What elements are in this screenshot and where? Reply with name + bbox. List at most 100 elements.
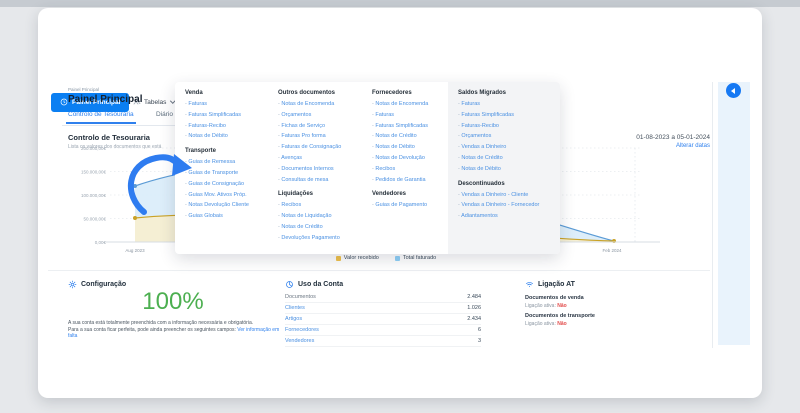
menu-column-outros: Outros documentos Notas de Encomenda Orç…	[278, 90, 370, 244]
usage-row-label[interactable]: Fornecedores	[285, 327, 319, 333]
menu-item[interactable]: Orçamentos	[278, 110, 370, 121]
menu-item[interactable]: Faturas Simplificadas	[185, 110, 275, 121]
menu-item[interactable]: Notas de Crédito	[372, 131, 446, 142]
chart-legend: Valor recebido Total faturado	[62, 255, 710, 261]
config-text: A sua conta está totalmente preenchida c…	[68, 320, 286, 340]
menu-item[interactable]: Avenças	[278, 153, 370, 164]
pie-chart-icon	[286, 281, 293, 288]
config-section-title: Configuração	[81, 281, 127, 288]
tab-diario[interactable]: Diário de f	[156, 111, 176, 118]
usage-row-value: 2.484	[467, 294, 481, 300]
menu-item[interactable]: Orçamentos	[458, 131, 554, 142]
menu-heading: Outros documentos	[278, 90, 336, 96]
config-text-1: A sua conta está totalmente preenchida c…	[68, 320, 254, 326]
at-status-block: Documentos de venda Ligação ativa: Não D…	[525, 292, 695, 331]
usage-section-title: Uso da Conta	[298, 281, 344, 288]
at-status-label: Ligação ativa:	[525, 303, 556, 309]
menu-item[interactable]: Guias de Transporte	[185, 168, 275, 179]
at-status-value: Não	[557, 303, 567, 309]
menu-item[interactable]: Faturas Pro forma	[278, 131, 370, 142]
menu-item[interactable]: Notas de Encomenda	[278, 99, 370, 110]
menu-item[interactable]: Notas de Débito	[458, 164, 554, 175]
menu-item[interactable]: Guias de Remessa	[185, 157, 275, 168]
at-doc-type: Documentos de venda	[525, 295, 584, 301]
section-title: Controlo de Tesouraria	[68, 133, 150, 142]
menu-item[interactable]: Devoluções Pagamento	[278, 233, 370, 244]
menu-heading: Descontinuados	[458, 180, 505, 187]
menu-item[interactable]: Notas de Débito	[372, 142, 446, 153]
content-right-divider	[712, 82, 713, 348]
config-text-2: Para a sua conta ficar perfeita, pode ai…	[68, 326, 236, 333]
usage-row-value: 3	[477, 338, 481, 344]
menu-item[interactable]: Documentos Internos	[278, 164, 370, 175]
usage-row-label: Documentos	[285, 294, 316, 300]
menu-item[interactable]: Notas de Devolução	[372, 153, 446, 164]
main-nav: Painel Principal Tabelas Documentos Cons…	[38, 48, 762, 117]
breadcrumb[interactable]: Painel Principal	[68, 87, 99, 92]
menu-item[interactable]: Faturas Simplificadas	[458, 110, 554, 121]
menu-item[interactable]: Notas de Liquidação	[278, 211, 370, 222]
legend-item[interactable]: Total faturado	[394, 255, 436, 261]
menu-item[interactable]: Notas de Débito	[185, 131, 275, 142]
menu-item[interactable]: Faturas	[185, 99, 275, 110]
expand-panel-button[interactable]	[726, 83, 741, 98]
legend-item[interactable]: Valor recebido	[335, 255, 379, 261]
menu-item[interactable]: Faturas	[458, 99, 554, 110]
menu-column-venda: Venda Faturas Faturas Simplificadas Fatu…	[185, 90, 275, 222]
menu-item[interactable]: Notas de Crédito	[278, 222, 370, 233]
menu-item[interactable]: Adiantamentos	[458, 211, 554, 222]
menu-item[interactable]: Guias de Pagamento	[372, 200, 446, 211]
menu-item[interactable]: Pedidos de Garantia	[372, 175, 446, 186]
menu-heading: Transporte	[185, 148, 217, 155]
menu-item[interactable]: Notas de Encomenda	[372, 99, 446, 110]
menu-item[interactable]: Recibos	[278, 200, 370, 211]
menu-item[interactable]: Vendas a Dinheiro - Fornecedor	[458, 200, 554, 211]
wifi-icon	[525, 282, 534, 287]
chevron-left-icon	[731, 87, 735, 94]
menu-item[interactable]: Recibos	[372, 164, 446, 175]
collapsed-side-panel[interactable]	[718, 82, 750, 345]
browser-top-edge	[0, 0, 800, 7]
y-tick: 200.000,00€	[81, 146, 107, 151]
legend-label: Valor recebido	[343, 255, 379, 261]
menu-item[interactable]: Vendas a Dinheiro	[458, 142, 554, 153]
menu-item[interactable]: Vendas a Dinheiro - Cliente	[458, 190, 554, 201]
menu-item[interactable]: Notas de Crédito	[458, 153, 554, 164]
date-range: 01-08-2023 a 05-01-2024	[636, 134, 710, 141]
tab-controlo-tesouraria[interactable]: Controlo de Tesouraria	[66, 111, 136, 124]
usage-row-value: 1.026	[467, 305, 481, 311]
at-doc-type: Documentos de transporte	[525, 313, 595, 319]
menu-item[interactable]: Consultas de mesa	[278, 175, 370, 186]
at-status-label: Ligação ativa:	[525, 321, 556, 327]
menu-item[interactable]: Faturas Simplificadas	[372, 121, 446, 132]
at-status-value: Não	[557, 321, 567, 327]
table-row: Vendedores 3	[285, 336, 481, 347]
at-section-header: Ligação AT	[525, 280, 575, 289]
menu-item[interactable]: Faturas	[372, 110, 446, 121]
table-row: Clientes 1.026	[285, 303, 481, 314]
menu-item[interactable]: Faturas-Recibo	[185, 121, 275, 132]
usage-row-label[interactable]: Clientes	[285, 305, 305, 311]
config-percent: 100%	[142, 288, 204, 315]
menu-item[interactable]: Notas Devolução Cliente	[185, 200, 275, 211]
nav-label: Tabelas	[144, 98, 167, 106]
x-tick: Aug 2023	[125, 248, 145, 253]
menu-column-saldos: Saldos Migrados Faturas Faturas Simplifi…	[448, 82, 560, 254]
menu-item[interactable]: Guias Mov. Ativos Próp.	[185, 190, 275, 201]
menu-heading: Vendedores	[372, 191, 407, 198]
menu-item[interactable]: Guias de Consignação	[185, 179, 275, 190]
menu-column-fornecedores: Fornecedores Notas de Encomenda Faturas …	[372, 90, 446, 211]
menu-heading: Liquidações	[278, 191, 314, 198]
page-title: Painel Principal	[68, 94, 143, 105]
clock-icon	[60, 98, 68, 108]
table-row: Artigos 2.434	[285, 314, 481, 325]
app-window: Painel Principal Tabelas Documentos Cons…	[38, 8, 762, 398]
menu-item[interactable]: Faturas de Consignação	[278, 142, 370, 153]
usage-row-value: 2.434	[467, 316, 481, 322]
menu-item[interactable]: Guias Globais	[185, 211, 275, 222]
usage-row-label[interactable]: Vendedores	[285, 338, 314, 344]
usage-row-label[interactable]: Artigos	[285, 316, 302, 322]
menu-heading: Fornecedores	[372, 90, 412, 96]
menu-item[interactable]: Faturas-Recibo	[458, 121, 554, 132]
menu-item[interactable]: Fichas de Serviço	[278, 121, 370, 132]
